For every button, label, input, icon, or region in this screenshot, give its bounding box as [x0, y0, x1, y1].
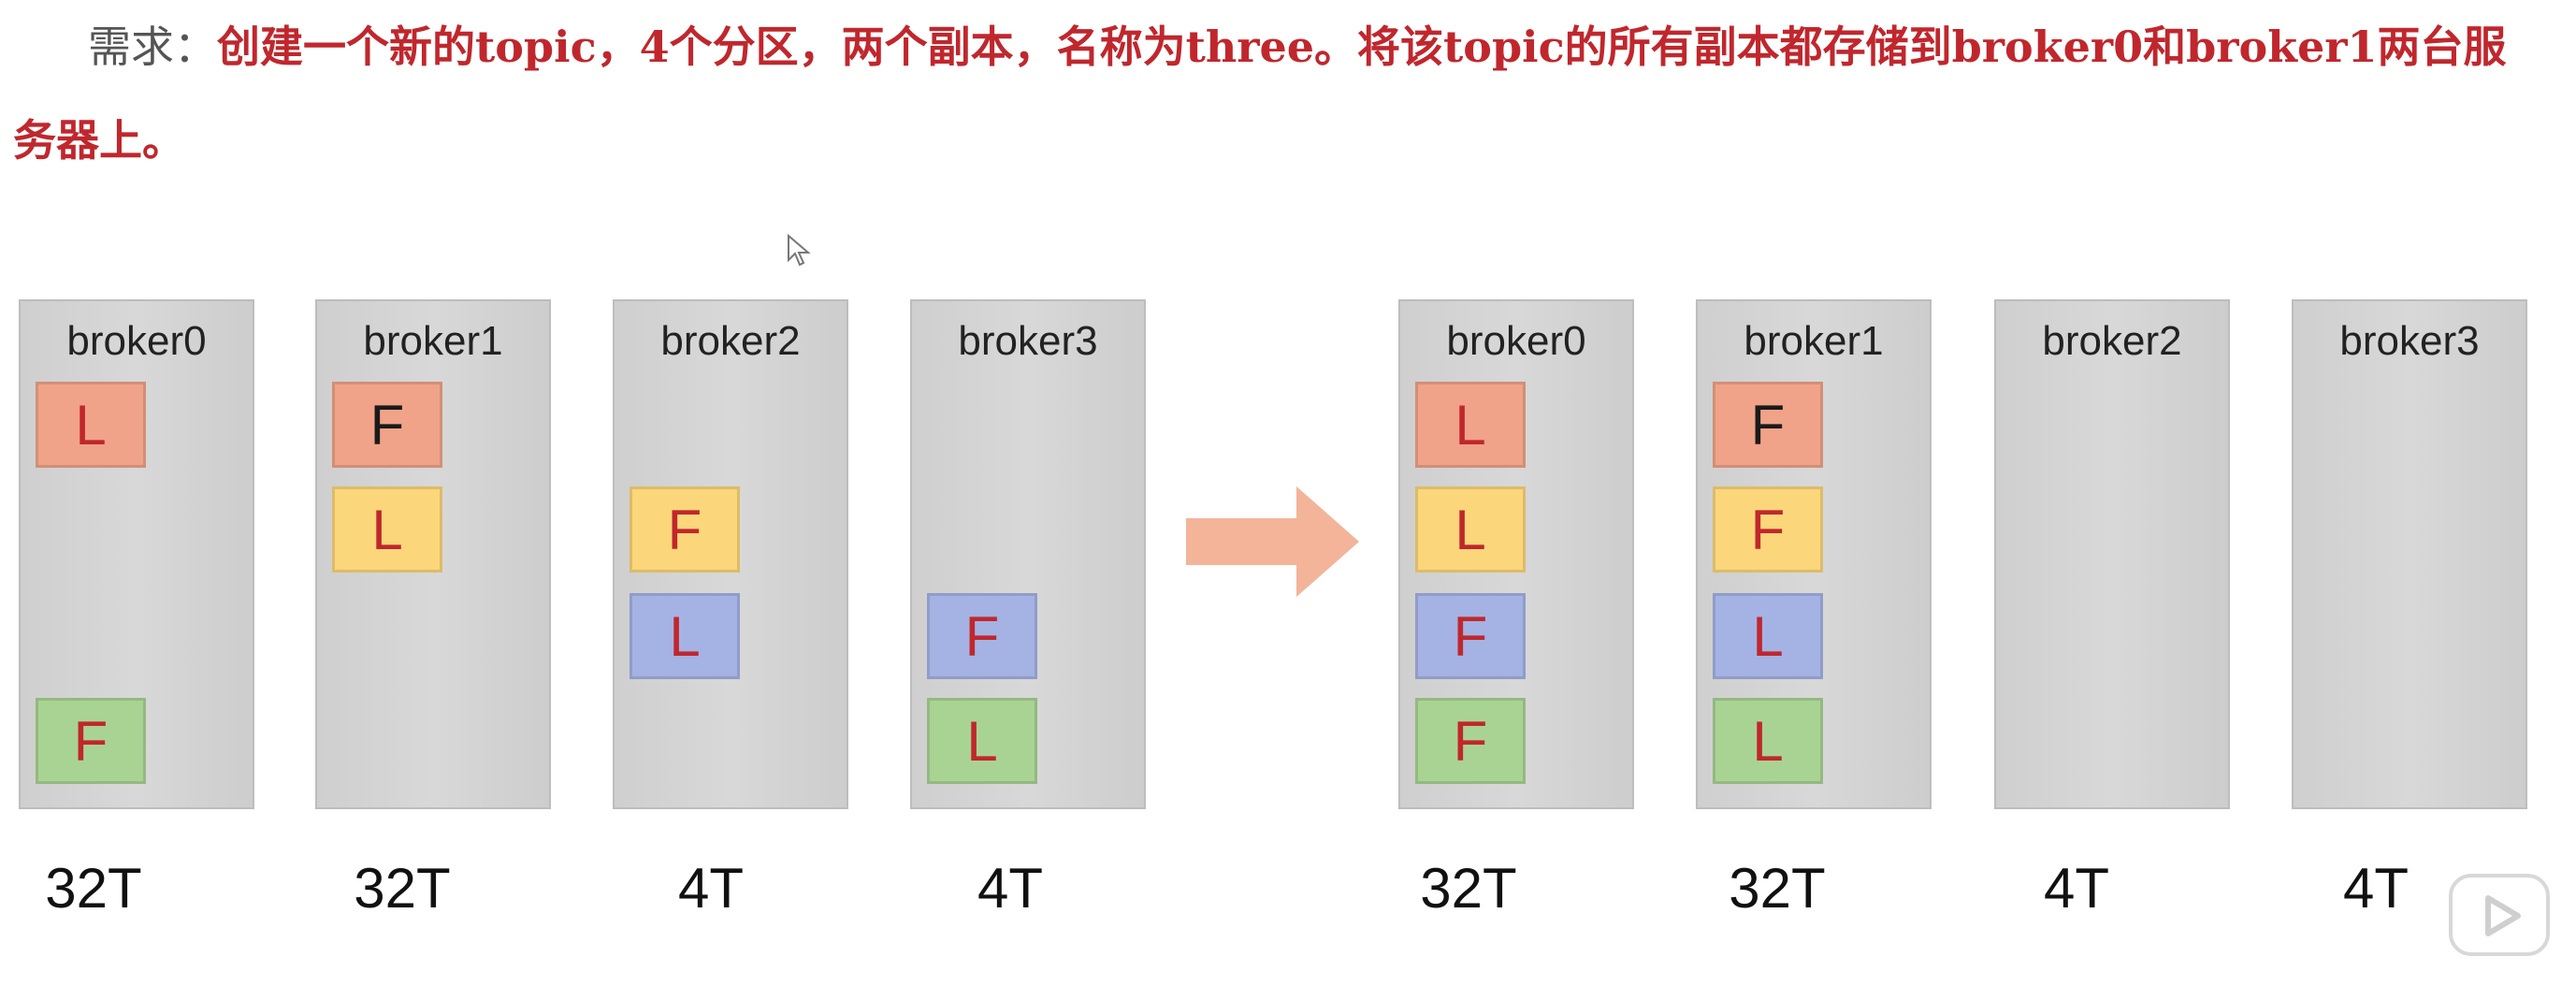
replica-p2-leader: L [630, 593, 740, 679]
replica-p2-leader: L [1713, 593, 1823, 679]
replica-p2-follower: F [927, 593, 1037, 679]
broker-after-3: broker3 [2292, 299, 2527, 809]
replica-p3-follower: F [1415, 698, 1526, 784]
broker-name: broker0 [66, 318, 207, 364]
broker-name: broker3 [958, 318, 1098, 364]
broker-capacity-label: 4T [2043, 857, 2110, 920]
replica-p3-follower: F [36, 698, 146, 784]
broker-after-1: broker1 F F L L [1696, 299, 1932, 809]
replica-p3-leader: L [1713, 698, 1823, 784]
broker-before-3: broker3 F L [910, 299, 1146, 809]
broker-after-2: broker2 [1994, 299, 2230, 809]
replica-p0-leader: L [1415, 382, 1526, 468]
broker-name: broker3 [2339, 318, 2480, 364]
broker-capacity-label: 32T [1729, 857, 1826, 920]
broker-before-0: broker0 L F [19, 299, 254, 809]
requirement-text: 需求：创建一个新的topic，4个分区，两个副本，名称为three。将该topi… [13, 0, 2539, 187]
cursor-pointer-icon [788, 234, 811, 267]
broker-before-2: broker2 F L [613, 299, 848, 809]
broker-name: broker2 [660, 318, 801, 364]
replica-p0-leader: L [36, 382, 146, 468]
broker-capacity-label: 4T [677, 857, 745, 920]
broker-capacity-label: 32T [1420, 857, 1517, 920]
replica-p1-follower: F [630, 486, 740, 573]
broker-capacity-label: 32T [354, 857, 451, 920]
replica-p1-leader: L [332, 486, 442, 573]
broker-name: broker1 [363, 318, 503, 364]
replica-p3-leader: L [927, 698, 1037, 784]
broker-capacity-label: 32T [45, 857, 142, 920]
requirement-body: 创建一个新的topic，4个分区，两个副本，名称为three。将该topic的所… [13, 22, 2507, 166]
requirement-label: 需求： [88, 22, 217, 72]
broker-name: broker1 [1744, 318, 1884, 364]
replica-p0-follower: F [1713, 382, 1823, 468]
replica-p2-follower: F [1415, 593, 1526, 679]
video-play-icon[interactable] [2447, 868, 2552, 962]
broker-name: broker2 [2042, 318, 2182, 364]
broker-name: broker0 [1446, 318, 1586, 364]
replica-p1-follower: F [1713, 486, 1823, 573]
replica-p0-follower: F [332, 382, 442, 468]
replica-p1-leader: L [1415, 486, 1526, 573]
right-arrow-icon [1186, 486, 1359, 597]
broker-before-1: broker1 F L [315, 299, 551, 809]
broker-after-0: broker0 L L F F [1398, 299, 1634, 809]
broker-capacity-label: 4T [977, 857, 1044, 920]
